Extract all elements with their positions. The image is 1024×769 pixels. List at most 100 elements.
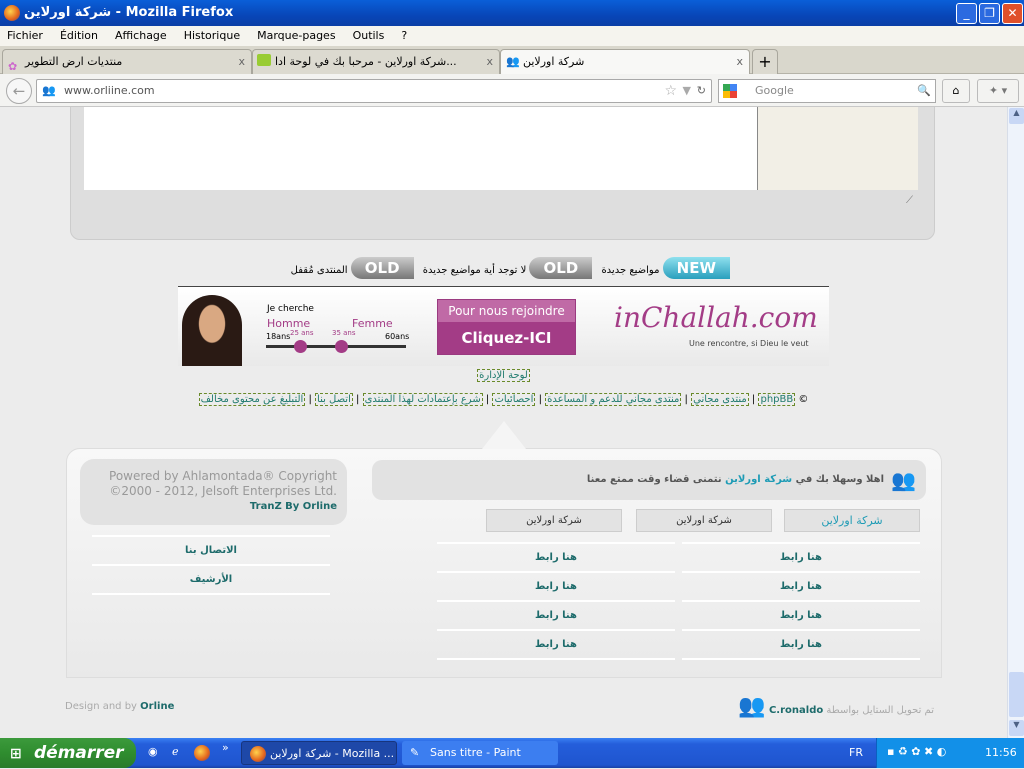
- users-favicon: 👥: [506, 55, 520, 68]
- search-input[interactable]: Google 🔍: [718, 79, 936, 103]
- firefox-icon: [4, 5, 20, 21]
- scrollbar-thumb[interactable]: [1009, 672, 1024, 717]
- message-textarea[interactable]: [84, 107, 757, 190]
- tab-favicon: [257, 54, 271, 66]
- woman-photo: [182, 295, 242, 366]
- new-badge: NEW: [662, 257, 730, 279]
- menu-edition[interactable]: Édition: [60, 29, 98, 42]
- tab-1[interactable]: ✿ منتديات ارض التطوير x: [2, 49, 252, 74]
- firefox-icon: [250, 746, 266, 762]
- tab-close-icon[interactable]: x: [486, 50, 493, 73]
- taskbar-firefox[interactable]: شركة اورلاين - Mozilla ...: [241, 741, 397, 765]
- age-slider-handle: [294, 340, 307, 353]
- site-identity-icon: 👥: [42, 84, 56, 97]
- new-tab-button[interactable]: +: [752, 49, 778, 74]
- footer-link-phpbb[interactable]: phpBB: [758, 393, 796, 406]
- tab-close-icon[interactable]: x: [238, 50, 245, 73]
- link-item[interactable]: هنا رابط: [682, 573, 920, 602]
- firefox-quicklaunch-icon[interactable]: [194, 745, 210, 761]
- design-name-link[interactable]: Orline: [140, 701, 174, 712]
- reload-icon[interactable]: ↻: [697, 80, 706, 102]
- link-item[interactable]: هنا رابط: [437, 602, 675, 631]
- tab-3-active[interactable]: 👥 شركة اورلاين x: [500, 49, 750, 75]
- footer-link-credits[interactable]: شرع بإعتمادات لهذا المنتدى: [362, 393, 483, 406]
- language-indicator[interactable]: FR: [849, 746, 863, 759]
- link-column-left: هنا رابط هنا رابط هنا رابط هنا رابط: [437, 542, 675, 660]
- vertical-scrollbar[interactable]: ▲ ▼: [1007, 107, 1024, 738]
- banner-age-min: 18ans: [266, 332, 291, 341]
- menu-historique[interactable]: Historique: [184, 29, 240, 42]
- scroll-down-icon[interactable]: ▼: [1009, 720, 1024, 736]
- link-item[interactable]: هنا رابط: [437, 573, 675, 602]
- link-item[interactable]: هنا رابط: [437, 631, 675, 660]
- footer-links: © phpBB | منتدى مجاني | منتدى مجاني للدع…: [198, 393, 809, 406]
- menu-fichier[interactable]: Fichier: [7, 29, 43, 42]
- ad-banner[interactable]: Je cherche Homme Femme 18ans 25 ans 35 a…: [178, 287, 829, 366]
- topic-legend: NEW مواضيع جديدة OLD لا توجد أية مواضيع …: [280, 257, 730, 279]
- menu-marque-pages[interactable]: Marque-pages: [257, 29, 335, 42]
- texture-panel: [757, 107, 918, 190]
- banner-femme-radio: Femme: [352, 317, 393, 330]
- banner-age-a: 25 ans: [290, 329, 314, 337]
- link-item[interactable]: هنا رابط: [682, 544, 920, 573]
- home-button[interactable]: ⌂: [942, 79, 970, 103]
- footer-link-support[interactable]: منتدى مجاني للدعم و المساعدة: [545, 393, 682, 406]
- footer-tab-1[interactable]: شركة اورلاين: [784, 509, 920, 532]
- welcome-post: نتمنى قضاء وقت ممتع معنا: [586, 474, 722, 485]
- windows-logo-icon: ⊞: [10, 746, 22, 762]
- tab-2[interactable]: شركة اورلاين - مرحبا بك في لوحة ادا... x: [252, 49, 500, 74]
- quicklaunch-more[interactable]: »: [222, 741, 229, 754]
- link-item[interactable]: هنا رابط: [437, 544, 675, 573]
- menu-affichage[interactable]: Affichage: [115, 29, 167, 42]
- google-icon: [723, 84, 737, 98]
- scroll-up-icon[interactable]: ▲: [1009, 108, 1024, 124]
- resize-grip-icon[interactable]: ⟋: [906, 195, 913, 206]
- restore-button[interactable]: ❐: [979, 3, 1000, 24]
- footer-link-free-forum[interactable]: منتدى مجاني: [691, 393, 749, 406]
- back-button[interactable]: ←: [6, 78, 32, 104]
- contact-link[interactable]: الاتصال بنا: [92, 537, 330, 566]
- footer-link-contact[interactable]: اتصل بنا: [315, 393, 353, 406]
- banner-age-b: 35 ans: [332, 329, 356, 337]
- menu-help[interactable]: ?: [401, 29, 407, 42]
- users-icon: 👥: [891, 468, 916, 492]
- footer-link-stats[interactable]: احصائيات: [492, 393, 536, 406]
- start-label: démarrer: [34, 743, 124, 763]
- footer-tab-2[interactable]: شركة اورلاين: [636, 509, 772, 532]
- admin-panel-link[interactable]: لوحة الإدارة: [477, 369, 530, 382]
- tab-label: شركة اورلاين: [523, 55, 585, 68]
- addon-button[interactable]: ✦ ▾: [977, 79, 1019, 103]
- archive-link[interactable]: الأرشيف: [92, 566, 330, 595]
- quicklaunch-icon[interactable]: ◉: [148, 745, 158, 758]
- welcome-name: شركة اورلاين: [725, 474, 793, 485]
- locked-badge: OLD: [350, 257, 414, 279]
- navigation-bar: ← 👥 www.orliine.com ☆ ▼ ↻ Google 🔍 ⌂ ✦ ▾: [0, 74, 1024, 107]
- taskbar-paint[interactable]: ✎ Sans titre - Paint: [402, 741, 558, 765]
- age-slider-handle: [335, 340, 348, 353]
- tab-close-icon[interactable]: x: [736, 50, 743, 73]
- converter-link[interactable]: C.ronaldo: [769, 705, 823, 716]
- history-dropdown-icon[interactable]: ▼: [683, 80, 691, 102]
- url-bar[interactable]: 👥 www.orliine.com ☆ ▼ ↻: [36, 79, 712, 103]
- footer-link-report[interactable]: التبليغ عن محتوى مخالف: [198, 393, 306, 406]
- link-column-right: هنا رابط هنا رابط هنا رابط هنا رابط: [682, 542, 920, 660]
- search-magnifier-icon[interactable]: 🔍: [917, 80, 931, 102]
- footer-tab-3[interactable]: شركة اورلاين: [486, 509, 622, 532]
- menu-outils[interactable]: Outils: [353, 29, 385, 42]
- tab-label: منتديات ارض التطوير: [25, 55, 123, 68]
- design-credit: Design and by Orline: [65, 701, 174, 712]
- link-item[interactable]: هنا رابط: [682, 602, 920, 631]
- taskbar: ⊞ démarrer ◉ ℯ » شركة اورلاين - Mozilla .…: [0, 738, 1024, 768]
- join-button[interactable]: Pour nous rejoindre Cliquez-ICI: [437, 299, 576, 355]
- new-label: مواضيع جديدة: [601, 265, 660, 276]
- ie-icon[interactable]: ℯ: [172, 745, 179, 758]
- minimize-button[interactable]: _: [956, 3, 977, 24]
- start-button[interactable]: ⊞ démarrer: [0, 738, 136, 768]
- bookmark-star-icon[interactable]: ☆: [664, 80, 677, 102]
- close-button[interactable]: ✕: [1002, 3, 1023, 24]
- clock: 11:56: [985, 746, 1017, 759]
- tray-icons[interactable]: ▪ ♻ ✿ ✖ ◐: [887, 745, 946, 758]
- welcome-pre: اهلا وسهلا بك في: [795, 474, 884, 485]
- link-item[interactable]: هنا رابط: [682, 631, 920, 660]
- banner-age-max: 60ans: [385, 332, 410, 341]
